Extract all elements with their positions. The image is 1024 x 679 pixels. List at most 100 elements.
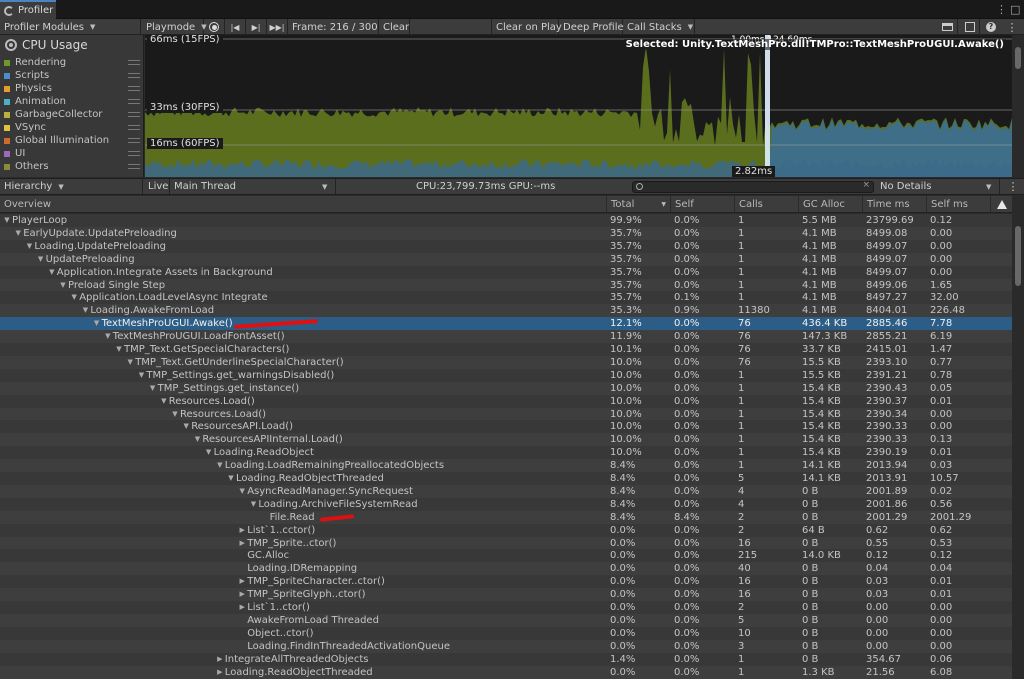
table-row[interactable]: File.Read 8.4% 8.4% 2 0 B 2001.29 2001.29 [0,510,1012,524]
drag-handle-icon[interactable] [128,164,140,169]
save-button[interactable] [960,19,980,35]
drag-handle-icon[interactable] [128,86,140,91]
expand-right-icon[interactable]: ▶ [237,537,247,550]
table-row[interactable]: Loading.FindInThreadedActivationQueue 0.0… [0,639,1012,653]
table-row[interactable]: ▼ Resources.Load() 10.0% 0.0% 1 15.4 KB 2390.3… [0,407,1012,421]
load-button[interactable] [938,19,958,35]
table-row[interactable]: ▼ ResourcesAPIInternal.Load() 10.0% 0.0% 1 15… [0,433,1012,447]
expand-down-icon[interactable]: ▼ [92,317,102,330]
expand-down-icon[interactable]: ▼ [114,343,124,356]
table-row[interactable]: ▼ UpdatePreloading 35.7% 0.0% 1 4.1 MB 8499.07… [0,252,1012,266]
drag-handle-icon[interactable] [128,151,140,156]
maximize-icon[interactable]: □ [1010,3,1020,16]
cpu-usage-chart[interactable]: 66ms (15FPS) 33ms (30FPS) 16ms (60FPS) 1… [145,35,1012,177]
column-calls[interactable]: Calls [734,196,798,213]
clear-on-play-button[interactable]: Clear on Play [491,19,562,35]
expand-right-icon[interactable]: ▶ [237,588,247,601]
hierarchy-table-body[interactable]: ▼ PlayerLoop 99.9% 0.0% 1 5.5 MB 23799.69 0.12 ▼… [0,214,1012,679]
menu-dots-icon[interactable]: ⋮ [996,3,1007,16]
details-menu-button[interactable]: ⋮ [1004,179,1022,194]
table-row[interactable]: AwakeFromLoad Threaded 0.0% 0.0% 5 0 B 0.00 0.… [0,613,1012,627]
column-gc-alloc[interactable]: GC Alloc [798,196,862,213]
table-row[interactable]: ▼ Loading.ReadObjectThreaded 8.4% 0.0% 5 14.1… [0,472,1012,485]
expand-down-icon[interactable]: ▼ [248,498,258,511]
column-self-ms[interactable]: Self ms [926,196,990,213]
settings-button[interactable]: ⋮ [1002,19,1022,35]
table-row[interactable]: ▼ ResourcesAPI.Load() 10.0% 0.0% 1 15.4 KB 239… [0,420,1012,434]
expand-down-icon[interactable]: ▼ [47,266,57,279]
table-row[interactable]: ▼ TMP_Text.GetSpecialCharacters() 10.1% 0.0… [0,343,1012,356]
expand-down-icon[interactable]: ▼ [58,279,68,292]
profiler-modules-dropdown[interactable]: Profiler Modules [0,19,141,35]
legend-item[interactable]: Others [4,160,140,173]
expand-down-icon[interactable]: ▼ [215,459,225,472]
record-button[interactable] [204,19,225,35]
deep-profile-button[interactable]: Deep Profile [559,19,624,35]
table-row[interactable]: ▼ TMP_Settings.get_instance() 10.0% 0.0% 1 15… [0,381,1012,395]
column-options-button[interactable] [990,196,1012,213]
column-self[interactable]: Self [670,196,734,213]
expand-down-icon[interactable]: ▼ [125,356,135,369]
expand-down-icon[interactable]: ▼ [237,485,247,498]
expand-down-icon[interactable]: ▼ [159,395,169,408]
search-clear-icon[interactable]: × [862,180,870,190]
profiler-tab[interactable]: Profiler [0,0,56,19]
view-type-dropdown[interactable]: Hierarchy [0,179,143,194]
expand-right-icon[interactable]: ▶ [237,524,247,537]
legend-item[interactable]: Physics [4,82,140,95]
help-button[interactable]: ? [982,19,1000,35]
table-row[interactable]: ▼ Application.LoadLevelAsync Integrate 35.… [0,291,1012,305]
live-toggle[interactable]: Live [144,179,170,194]
table-row[interactable]: ▶ List`1..ctor() 0.0% 0.0% 2 0 B 0.00 0.00 [0,601,1012,614]
table-row[interactable]: ▼ AsyncReadManager.SyncRequest 8.4% 0.0% 4 0 … [0,484,1012,498]
expand-right-icon[interactable]: ▶ [215,666,225,679]
drag-handle-icon[interactable] [128,112,140,117]
table-row[interactable]: GC.Alloc 0.0% 0.0% 215 14.0 KB 0.12 0.12 [0,549,1012,563]
legend-item[interactable]: Animation [4,95,140,108]
table-row[interactable]: ▼ TMP_Settings.get_warningsDisabled() 10.0… [0,368,1012,382]
legend-item[interactable]: UI [4,147,140,160]
legend-item[interactable]: Scripts [4,69,140,82]
table-row[interactable]: ▼ Application.Integrate Assets in Backgro… [0,265,1012,279]
legend-item[interactable]: GarbageCollector [4,108,140,121]
expand-down-icon[interactable]: ▼ [136,369,146,382]
last-frame-button[interactable]: ▶▶| [267,19,288,35]
expand-down-icon[interactable]: ▼ [181,420,191,433]
table-row[interactable]: ▼ TMP_Text.GetUnderlineSpecialCharacter()… [0,355,1012,369]
details-dropdown[interactable]: No Details [876,179,1000,194]
table-row[interactable]: ▶ IntegrateAllThreadedObjects 1.4% 0.0% 1 0 B… [0,652,1012,666]
clear-button[interactable]: Clear [378,19,410,35]
expand-down-icon[interactable]: ▼ [13,227,23,240]
table-row[interactable]: Object..ctor() 0.0% 0.0% 10 0 B 0.00 0.00 [0,626,1012,640]
table-row[interactable]: ▶ TMP_SpriteCharacter..ctor() 0.0% 0.0% 16 0 … [0,575,1012,589]
table-row[interactable]: ▶ TMP_SpriteGlyph..ctor() 0.0% 0.0% 16 0 B 0.0… [0,588,1012,602]
expand-down-icon[interactable]: ▼ [204,446,214,459]
expand-down-icon[interactable]: ▼ [226,472,236,485]
column-overview[interactable]: Overview [0,196,606,213]
next-frame-button[interactable]: ▶| [246,19,267,35]
table-row[interactable]: ▼ Loading.UpdatePreloading 35.7% 0.0% 1 4.1 M… [0,239,1012,253]
playmode-dropdown[interactable]: Playmode [142,19,204,35]
prev-frame-button[interactable]: |◀ [225,19,246,35]
table-row[interactable]: ▼ Loading.ArchiveFileSystemRead 8.4% 0.0% 4 0… [0,497,1012,511]
search-input[interactable]: × [632,180,874,193]
table-row[interactable]: ▼ Loading.LoadRemainingPreallocatedObject… [0,459,1012,473]
drag-handle-icon[interactable] [128,125,140,130]
table-row[interactable]: ▶ Loading.ReadObjectThreaded 0.0% 0.0% 1 1.3 … [0,665,1012,679]
table-row[interactable]: ▼ Preload Single Step 35.7% 0.0% 1 4.1 MB 8499… [0,278,1012,292]
column-time-ms[interactable]: Time ms [862,196,926,213]
drag-handle-icon[interactable] [128,99,140,104]
modules-scrollbar[interactable] [1012,35,1024,177]
call-stacks-dropdown[interactable]: Call Stacks [623,19,695,35]
expand-down-icon[interactable]: ▼ [80,304,90,317]
expand-down-icon[interactable]: ▼ [69,291,79,304]
expand-right-icon[interactable]: ▶ [237,575,247,588]
hierarchy-scrollbar-thumb[interactable] [1015,226,1021,286]
expand-down-icon[interactable]: ▼ [2,214,12,227]
thread-dropdown[interactable]: Main Thread [170,179,336,194]
expand-right-icon[interactable]: ▶ [215,653,225,666]
modules-scrollbar-thumb[interactable] [1015,47,1021,69]
table-row[interactable]: ▼ Loading.AwakeFromLoad 35.3% 0.9% 11380 4.1 … [0,304,1012,318]
table-row[interactable]: ▼ EarlyUpdate.UpdatePreloading 35.7% 0.0% 1 4… [0,226,1012,240]
hierarchy-scrollbar[interactable] [1012,196,1024,679]
